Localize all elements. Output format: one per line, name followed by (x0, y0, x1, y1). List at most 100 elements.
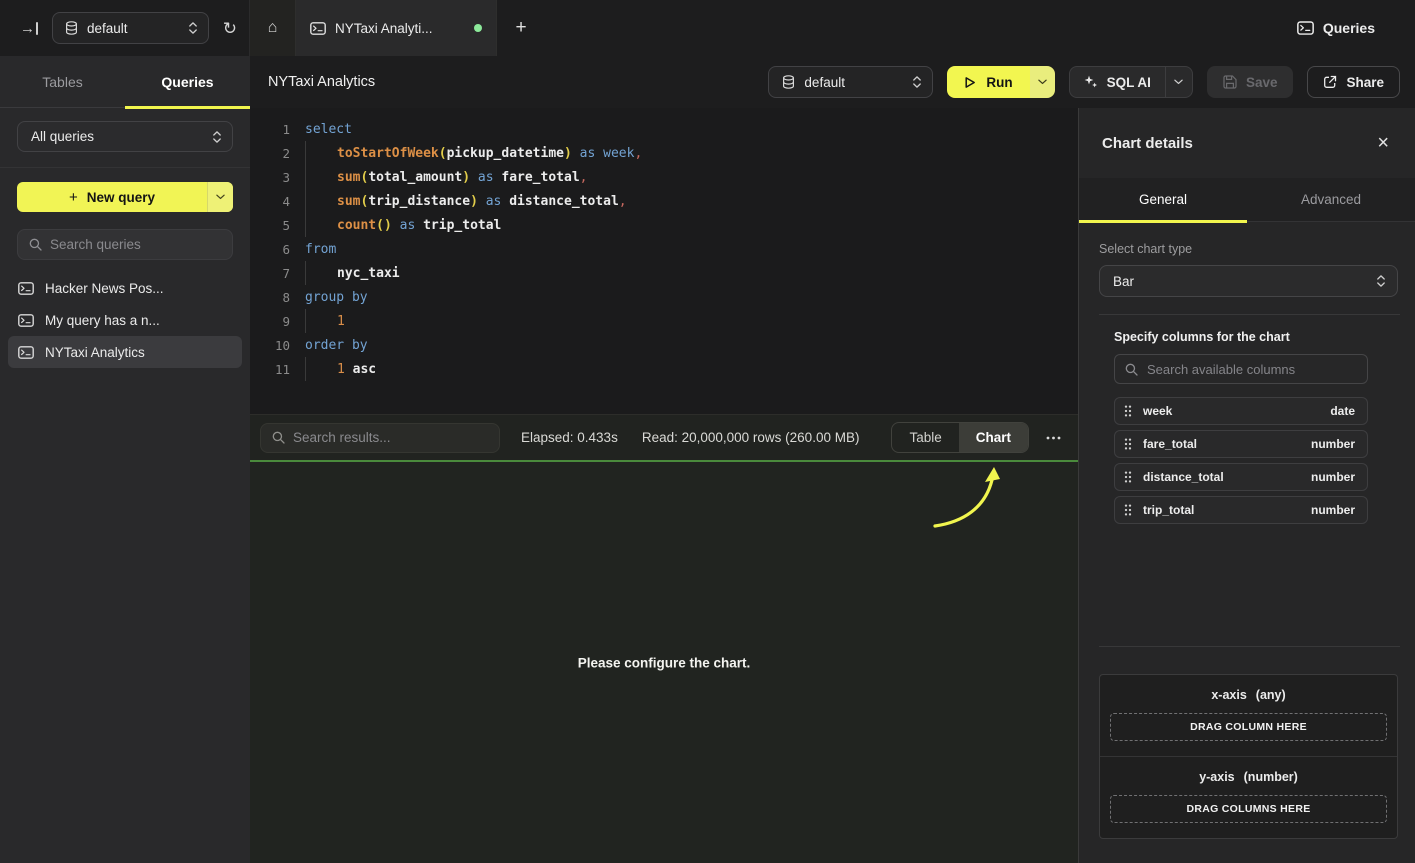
collapse-sidebar-button[interactable]: → (20, 20, 38, 37)
topbar-database-selector[interactable]: default (52, 12, 209, 44)
sidebar-query-item[interactable]: My query has a n... (8, 304, 242, 336)
queries-menu-button[interactable]: Queries (1297, 0, 1415, 56)
new-query-button[interactable]: + New query (17, 182, 233, 212)
chevron-updown-icon (212, 130, 222, 144)
sidebar-tab-queries[interactable]: Queries (125, 56, 250, 107)
save-label: Save (1246, 75, 1278, 90)
sql-ai-button[interactable]: SQL AI (1069, 66, 1193, 98)
query-filter-value: All queries (31, 129, 212, 144)
query-item-label: NYTaxi Analytics (45, 345, 145, 360)
drag-handle-icon[interactable] (1124, 405, 1132, 417)
column-chip[interactable]: week date (1114, 397, 1368, 425)
search-icon (1125, 363, 1138, 376)
indent-guide (305, 261, 337, 285)
home-tab[interactable]: ⌂ (250, 0, 296, 56)
database-icon (65, 21, 78, 35)
view-tab-chart[interactable]: Chart (959, 423, 1028, 452)
column-chip[interactable]: trip_total number (1114, 496, 1368, 524)
query-search-input[interactable] (50, 237, 221, 252)
chevron-updown-icon (1376, 274, 1386, 288)
tab-general[interactable]: General (1079, 178, 1247, 221)
results-more-button[interactable] (1041, 430, 1066, 446)
code-line[interactable]: 8group by (264, 285, 1078, 309)
database-icon (782, 75, 795, 89)
sql-editor[interactable]: 1select2toStartOfWeek(pickup_datetime) a… (250, 108, 1078, 414)
code-line[interactable]: 1select (264, 117, 1078, 141)
run-label: Run (986, 75, 1012, 90)
code-line[interactable]: 2toStartOfWeek(pickup_datetime) as week, (264, 141, 1078, 165)
x-axis-accepts: (any) (1256, 688, 1286, 702)
new-tab-button[interactable]: + (497, 0, 545, 56)
chart-preview-area: Please configure the chart. (250, 462, 1078, 863)
chart-type-value: Bar (1113, 274, 1376, 289)
drag-handle-icon[interactable] (1124, 438, 1132, 450)
column-type: number (1311, 437, 1355, 451)
main-body: 1select2toStartOfWeek(pickup_datetime) a… (250, 108, 1415, 863)
code-line[interactable]: 7nyc_taxi (264, 261, 1078, 285)
code-line[interactable]: 111 asc (264, 357, 1078, 381)
column-chip[interactable]: fare_total number (1114, 430, 1368, 458)
line-number: 6 (264, 242, 290, 257)
toolbar-database-value: default (804, 75, 903, 90)
run-options-dropdown[interactable] (1030, 66, 1055, 98)
query-tab-nytaxi[interactable]: NYTaxi Analyti... (296, 0, 497, 56)
drag-handle-icon[interactable] (1124, 504, 1132, 516)
run-button[interactable]: Run (947, 66, 1054, 98)
query-terminal-icon (18, 282, 34, 295)
columns-search-input[interactable] (1147, 362, 1357, 377)
x-axis-header: x-axis (any) (1110, 688, 1387, 702)
editor-column: 1select2toStartOfWeek(pickup_datetime) a… (250, 108, 1078, 863)
sidebar: Tables Queries All queries + New query H (0, 56, 250, 863)
share-icon (1323, 75, 1337, 89)
sidebar-tabs: Tables Queries (0, 56, 250, 108)
sql-ai-dropdown[interactable] (1165, 67, 1192, 97)
sidebar-query-item[interactable]: NYTaxi Analytics (8, 336, 242, 368)
chart-type-select[interactable]: Bar (1099, 265, 1398, 297)
save-icon (1223, 75, 1237, 89)
close-icon[interactable]: × (1377, 133, 1389, 153)
column-name: week (1143, 404, 1172, 418)
drag-handle-icon[interactable] (1124, 471, 1132, 483)
columns-section: Specify columns for the chart week date … (1114, 330, 1368, 529)
column-type: number (1311, 503, 1355, 517)
column-type: number (1311, 470, 1355, 484)
y-axis-section: y-axis (number) DRAG COLUMNS HERE (1100, 756, 1397, 838)
column-chip[interactable]: distance_total number (1114, 463, 1368, 491)
query-filter-select[interactable]: All queries (17, 121, 233, 152)
sidebar-tab-tables[interactable]: Tables (0, 56, 125, 107)
sql-ai-main[interactable]: SQL AI (1070, 67, 1165, 97)
sidebar-query-item[interactable]: Hacker News Pos... (8, 272, 242, 304)
x-axis-dropzone[interactable]: DRAG COLUMN HERE (1110, 713, 1387, 741)
query-item-label: Hacker News Pos... (45, 281, 164, 296)
query-list: Hacker News Pos... My query has a n... N… (0, 266, 250, 374)
main-area: NYTaxi Analytics default Run (250, 56, 1415, 863)
code-line[interactable]: 3sum(total_amount) as fare_total, (264, 165, 1078, 189)
new-query-dropdown[interactable] (207, 182, 233, 212)
new-query-main[interactable]: + New query (17, 182, 207, 212)
code-line[interactable]: 4sum(trip_distance) as distance_total, (264, 189, 1078, 213)
topbar-spacer (545, 0, 1297, 56)
code-line[interactable]: 6from (264, 237, 1078, 261)
share-button[interactable]: Share (1307, 66, 1400, 98)
column-name: distance_total (1143, 470, 1224, 484)
refresh-button[interactable]: ↻ (223, 20, 237, 37)
columns-section-label: Specify columns for the chart (1114, 330, 1368, 344)
sql-console-app: → default ↻ ⌂ NYTaxi Analyti... + Querie… (0, 0, 1415, 863)
code-line[interactable]: 5count() as trip_total (264, 213, 1078, 237)
code-line[interactable]: 10order by (264, 333, 1078, 357)
line-number: 3 (264, 170, 290, 185)
line-number: 9 (264, 314, 290, 329)
run-button-main[interactable]: Run (947, 66, 1029, 98)
line-number: 7 (264, 266, 290, 281)
results-search-input[interactable] (293, 430, 488, 445)
chevron-down-icon (1174, 79, 1183, 85)
topbar-left-cluster: → default ↻ (0, 0, 250, 56)
y-axis-dropzone[interactable]: DRAG COLUMNS HERE (1110, 795, 1387, 823)
save-button[interactable]: Save (1207, 66, 1294, 98)
code-line[interactable]: 91 (264, 309, 1078, 333)
view-tab-table[interactable]: Table (892, 423, 958, 452)
tab-advanced[interactable]: Advanced (1247, 178, 1415, 221)
y-axis-header: y-axis (number) (1110, 770, 1387, 784)
toolbar-database-selector[interactable]: default (768, 66, 933, 98)
panel-spacer (1099, 529, 1398, 629)
